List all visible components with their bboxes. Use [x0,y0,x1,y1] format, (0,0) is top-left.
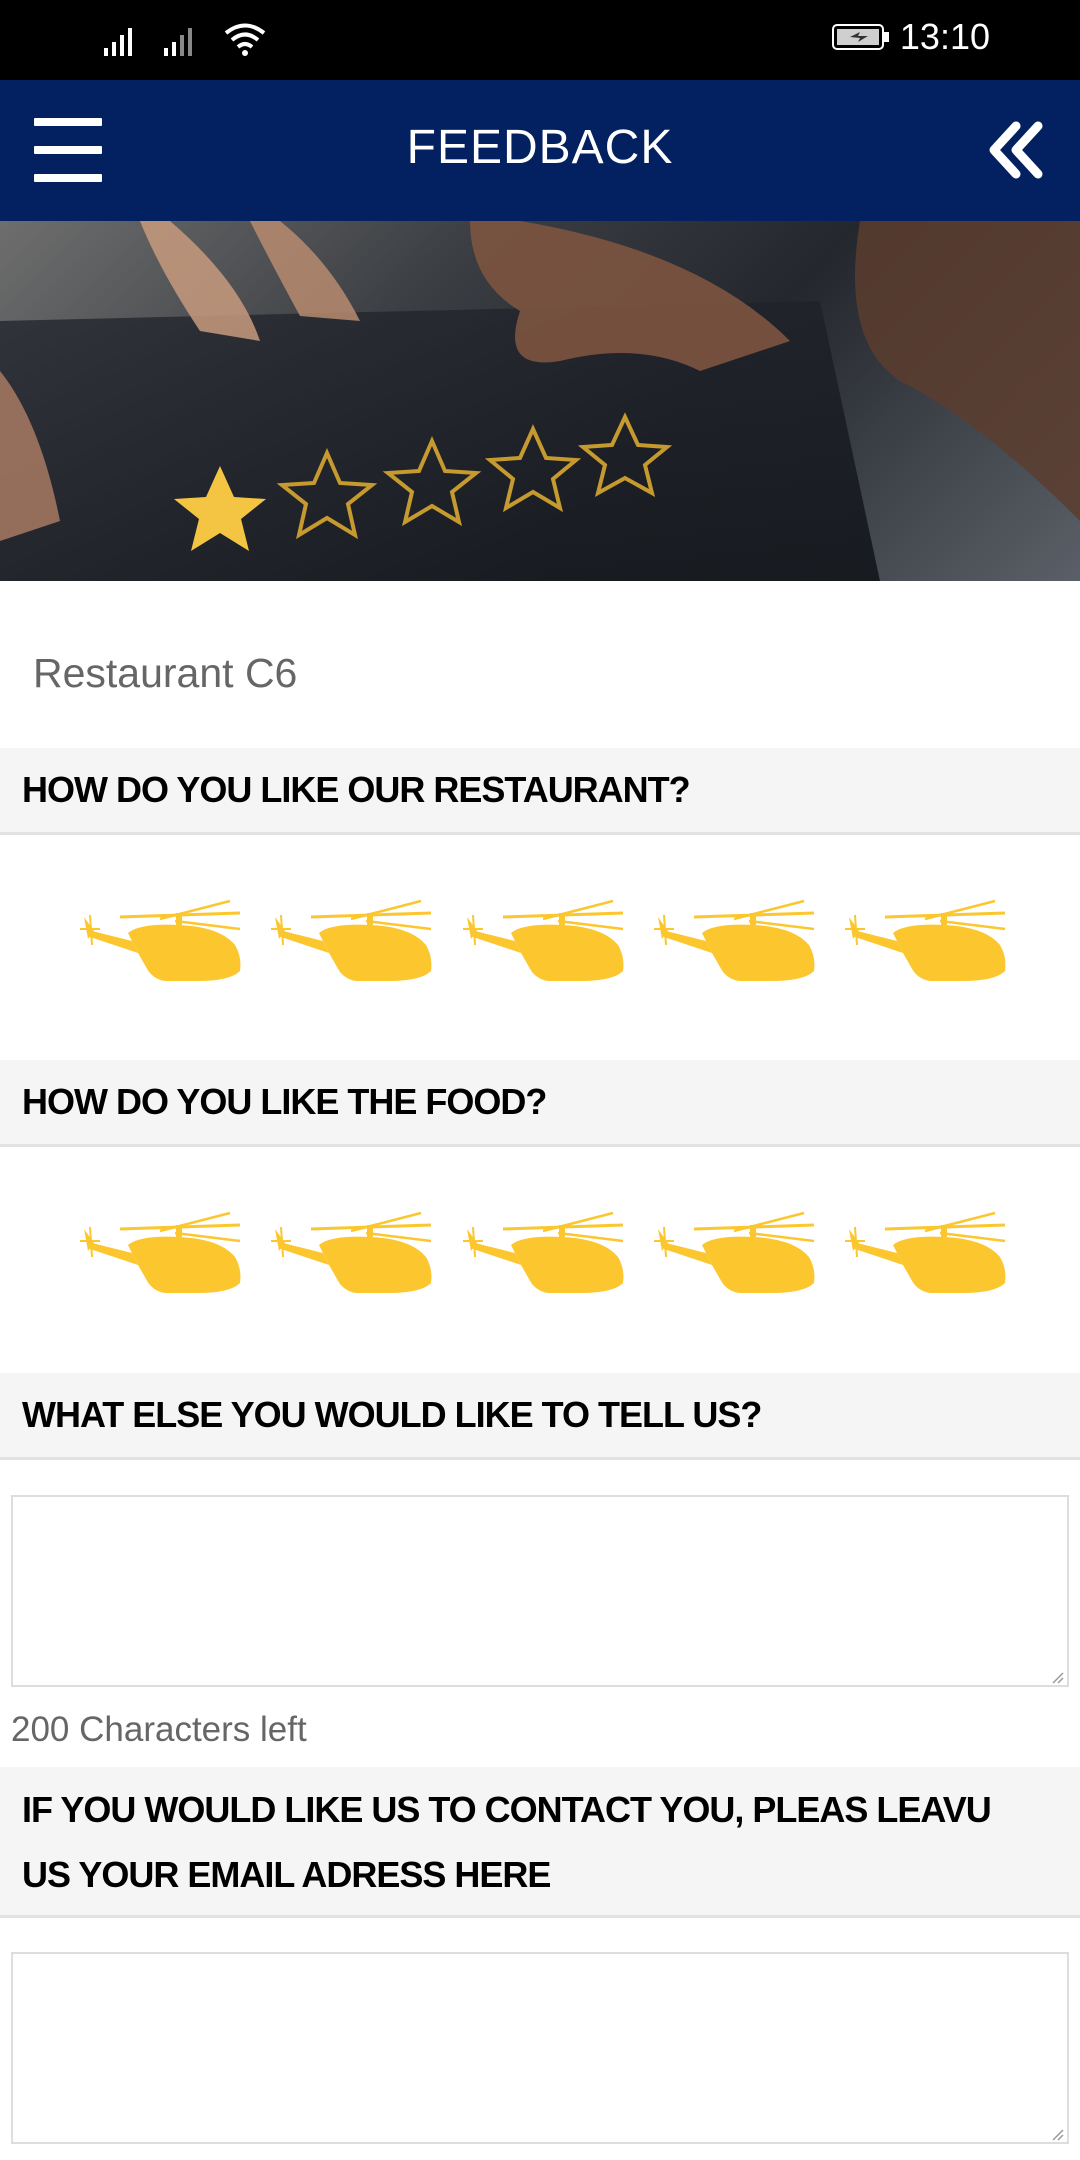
resize-handle-icon[interactable] [1050,1670,1064,1684]
helicopter-icon[interactable] [80,1207,245,1297]
helicopter-icon[interactable] [271,1207,436,1297]
wifi-icon [224,23,266,56]
question-label: IF YOU WOULD LIKE US TO CONTACT YOU, PLE… [22,1789,992,1895]
back-button[interactable] [986,120,1046,180]
page-title: FEEDBACK [406,121,674,174]
question-label: HOW DO YOU LIKE OUR RESTAURANT? [22,769,691,810]
restaurant-name: Restaurant C6 [33,650,298,696]
double-chevron-left-icon [989,121,1043,179]
question-label: HOW DO YOU LIKE THE FOOD? [22,1081,547,1122]
question-email-header: IF YOU WOULD LIKE US TO CONTACT YOU, PLE… [0,1767,1080,1918]
signal-icon [164,28,192,56]
resize-handle-icon[interactable] [1050,2127,1064,2141]
comment-textarea[interactable] [11,1495,1069,1687]
clock-time: 13:10 [899,16,990,57]
email-textarea[interactable] [11,1952,1069,2144]
helicopter-icon[interactable] [845,1207,1010,1297]
battery-charging-icon [831,24,889,50]
helicopter-icon[interactable] [653,1207,819,1297]
question-food-header: HOW DO YOU LIKE THE FOOD? [0,1060,1080,1147]
status-bar: 13:10 [0,0,1080,80]
feedback-banner-image [0,221,1080,581]
helicopter-icon[interactable] [462,895,628,985]
question-label: WHAT ELSE YOU WOULD LIKE TO TELL US? [22,1394,762,1435]
helicopter-icon[interactable] [271,895,436,985]
restaurant-rating[interactable] [80,895,1010,995]
helicopter-icon[interactable] [653,895,819,985]
signal-icon [104,28,132,56]
characters-left-counter: 200 Characters left [11,1710,307,1749]
question-restaurant-header: HOW DO YOU LIKE OUR RESTAURANT? [0,748,1080,835]
question-comment-header: WHAT ELSE YOU WOULD LIKE TO TELL US? [0,1373,1080,1460]
helicopter-icon[interactable] [462,1207,628,1297]
app-bar: FEEDBACK [0,80,1080,221]
food-rating[interactable] [80,1207,1010,1307]
helicopter-icon[interactable] [80,895,245,985]
helicopter-icon[interactable] [845,895,1010,985]
